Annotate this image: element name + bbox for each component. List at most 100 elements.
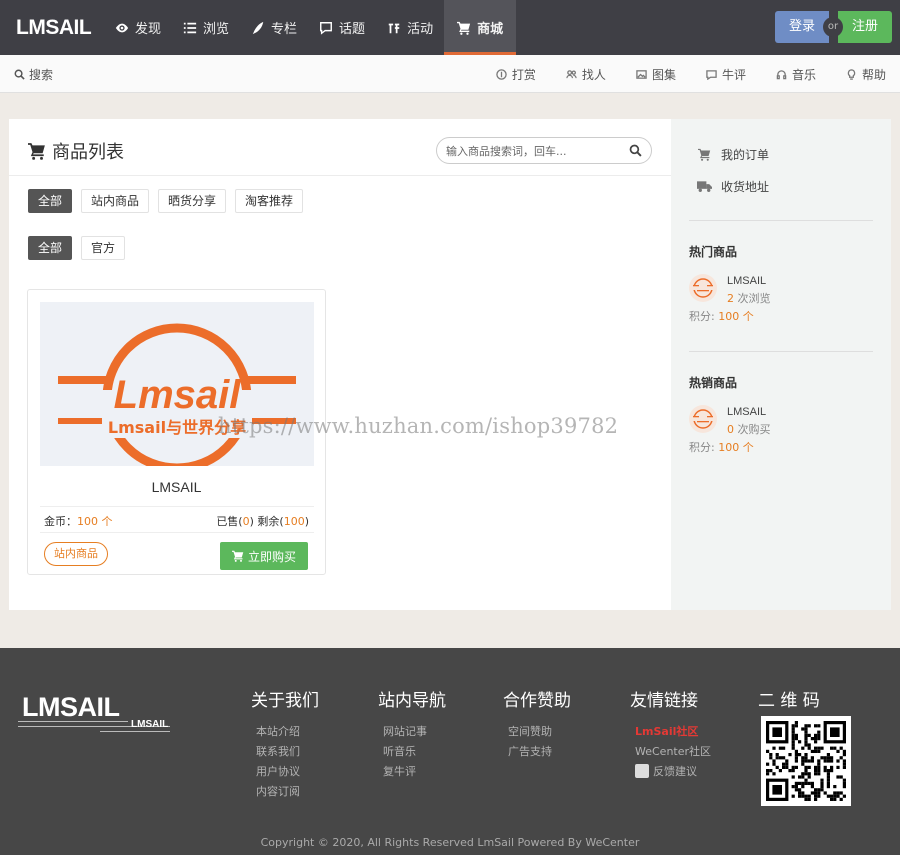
- sublink-reward[interactable]: 打赏: [496, 55, 536, 93]
- best-product-points: 积分: 100 个: [689, 441, 754, 454]
- best-product-name[interactable]: LMSAIL: [727, 406, 766, 418]
- register-button[interactable]: 注册: [838, 11, 892, 43]
- filter-site[interactable]: 站内商品: [81, 189, 150, 213]
- hot-product-views: 2 次浏览: [727, 292, 771, 305]
- footer-link[interactable]: 广告支持: [503, 742, 571, 762]
- footer-link[interactable]: 空间赞助: [503, 722, 571, 742]
- nav-column[interactable]: 专栏: [240, 0, 308, 55]
- product-search[interactable]: [436, 137, 652, 164]
- sublink-label: 图集: [651, 67, 676, 82]
- page-title-text: 商品列表: [52, 142, 124, 163]
- footer-link[interactable]: 内容订阅: [251, 782, 319, 802]
- filter-all-category[interactable]: 全部: [28, 236, 73, 260]
- headphones-icon: [776, 69, 787, 79]
- nav-activity[interactable]: 活动: [376, 0, 444, 55]
- footer-link[interactable]: 复牛评: [378, 762, 446, 782]
- divider: [40, 532, 314, 533]
- product-search-input[interactable]: [446, 143, 624, 159]
- activity-icon: [388, 23, 400, 33]
- search-icon[interactable]: [629, 144, 642, 157]
- filter-taoke[interactable]: 淘客推荐: [235, 189, 304, 213]
- eye-icon: [115, 23, 129, 32]
- footer-link[interactable]: 联系我们: [251, 742, 319, 762]
- truck-icon: [697, 181, 712, 192]
- nav-topic[interactable]: 话题: [308, 0, 376, 55]
- footer-link[interactable]: 本站介绍: [251, 722, 319, 742]
- image-icon: [636, 69, 647, 79]
- footer-col-nav: 站内导航 网站记事 听音乐 复牛评: [378, 686, 446, 782]
- site-logo[interactable]: LMSAIL: [16, 0, 92, 55]
- footer-link[interactable]: 用户协议: [251, 762, 319, 782]
- product-name[interactable]: LMSAIL: [28, 479, 325, 495]
- nav-label: 专栏: [271, 22, 298, 37]
- sublink-review[interactable]: 牛评: [706, 55, 746, 93]
- footer-link-feedback[interactable]: 反馈建议: [630, 762, 711, 782]
- filter-official[interactable]: 官方: [81, 236, 126, 260]
- filter-all[interactable]: 全部: [28, 189, 73, 213]
- product-price: 金币：100 个: [44, 515, 113, 528]
- pen-icon: [252, 21, 264, 34]
- footer-sublogo: LMSAIL: [131, 719, 169, 730]
- nav-label: 发现: [135, 22, 162, 37]
- qq-icon: [635, 764, 649, 778]
- divider: [40, 506, 314, 507]
- sublink-gallery[interactable]: 图集: [636, 55, 676, 93]
- nav-label: 商城: [477, 22, 504, 37]
- logo-text: Lmsail: [114, 373, 242, 417]
- or-divider: or: [823, 17, 843, 37]
- login-button[interactable]: 登录: [775, 11, 829, 43]
- search-icon: [14, 69, 25, 80]
- footer-logo[interactable]: LMSAIL: [22, 692, 120, 723]
- cart-icon: [231, 550, 244, 562]
- sub-search[interactable]: 搜索: [14, 55, 53, 93]
- divider: [689, 220, 873, 221]
- sidebar-my-orders[interactable]: 我的订单: [697, 146, 769, 163]
- footer-link[interactable]: 听音乐: [378, 742, 446, 762]
- sublink-music[interactable]: 音乐: [776, 55, 816, 93]
- footer-link[interactable]: LmSail社区: [630, 722, 711, 742]
- list-icon: [183, 22, 197, 33]
- product-type-badge[interactable]: 站内商品: [44, 542, 108, 566]
- sidebar: 我的订单 收货地址 热门商品 LMSAIL 2 次浏览 积分: 100 个 热销…: [671, 119, 891, 610]
- footer-link[interactable]: WeCenter社区: [630, 742, 711, 762]
- nav-shop[interactable]: 商城: [444, 0, 517, 55]
- page-title: 商品列表: [27, 138, 124, 164]
- footer-col-sponsor: 合作赞助 空间赞助 广告支持: [503, 686, 571, 762]
- sublink-label: 牛评: [721, 67, 746, 82]
- buy-now-button[interactable]: 立即购买: [220, 542, 308, 570]
- sublink-label: 找人: [581, 67, 606, 82]
- nav-discover[interactable]: 发现: [104, 0, 172, 55]
- cart-icon: [28, 143, 45, 160]
- nav-label: 活动: [407, 22, 434, 37]
- best-products-title: 热销商品: [689, 376, 738, 390]
- hot-product-thumb[interactable]: [689, 274, 717, 302]
- nav-browse[interactable]: 浏览: [172, 0, 240, 55]
- cart-icon: [698, 148, 711, 161]
- cart-icon: [457, 21, 471, 35]
- sublink-label: 音乐: [791, 67, 816, 82]
- buy-now-label: 立即购买: [247, 549, 296, 564]
- copyright-text: Copyright © 2020, All Rights Reserved Lm…: [260, 836, 640, 849]
- sub-search-label: 搜索: [29, 67, 54, 82]
- hot-product-points: 积分: 100 个: [689, 310, 754, 323]
- footer-logo-line: [100, 731, 170, 732]
- people-icon: [566, 69, 577, 78]
- filter-share[interactable]: 晒货分享: [158, 189, 227, 213]
- nav-label: 话题: [339, 22, 366, 37]
- sublink-people[interactable]: 找人: [566, 55, 606, 93]
- product-image[interactable]: Lmsail Lmsail与世界分享: [40, 302, 314, 466]
- hot-product-name[interactable]: LMSAIL: [727, 275, 766, 287]
- panel-header: 商品列表: [9, 119, 671, 176]
- lmsail-logo-image: Lmsail Lmsail与世界分享: [58, 323, 296, 466]
- footer-col-title: 友情链接: [630, 691, 698, 711]
- best-product-thumb[interactable]: [689, 405, 717, 433]
- top-navbar: LMSAIL 发现 浏览 专栏 话题 活动 商城 登录 or 注册: [0, 0, 900, 55]
- chat-icon: [320, 21, 332, 35]
- sublink-help[interactable]: 帮助: [846, 55, 886, 93]
- footer-col-friends: 友情链接 LmSail社区 WeCenter社区 反馈建议: [630, 686, 711, 782]
- sub-links: 打赏 找人 图集 牛评 音乐 帮助: [466, 55, 886, 93]
- footer-link[interactable]: 网站记事: [378, 722, 446, 742]
- footer-col-title: 合作赞助: [503, 691, 571, 711]
- product-list-panel: 商品列表 全部 站内商品 晒货分享 淘客推荐 全部 官方 Lmsail Lmsa…: [9, 119, 671, 610]
- sidebar-address[interactable]: 收货地址: [697, 178, 769, 195]
